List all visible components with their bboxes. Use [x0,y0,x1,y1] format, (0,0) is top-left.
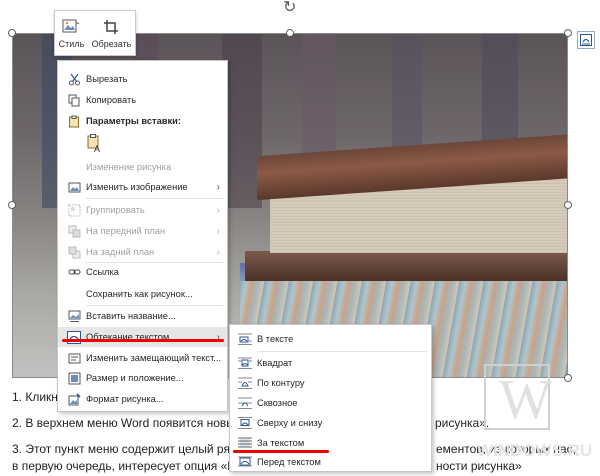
doc-paragraph: 1. Кликн [12,390,58,404]
link-icon [67,265,81,279]
menu-item-send-backward: На задний план › [58,242,227,262]
menu-item-label: Копировать [86,95,137,105]
wrap-option-label: Перед текстом [257,457,321,467]
menu-item-label: Вставить название... [86,311,176,321]
menu-item-link[interactable]: Ссылка [58,262,227,282]
menu-item-alt-text[interactable]: Изменить замещающий текст... [58,348,227,368]
wrap-option-label: Сквозное [257,398,298,408]
wrap-option-square[interactable]: Квадрат [230,353,431,373]
annotation-underline [233,450,329,453]
copy-icon [67,93,81,107]
format-picture-icon [67,392,81,406]
menu-item-insert-caption[interactable]: Вставить название... [58,306,227,326]
style-button[interactable]: Стиль [58,18,85,49]
menu-item-label: Размер и положение... [86,373,184,383]
caption-icon [67,309,81,323]
menu-item-label: Группировать [86,205,145,215]
resize-handle[interactable] [286,29,294,37]
scissors-icon [67,72,81,86]
wrap-top-bottom-icon [237,416,253,430]
menu-item-paste-options: Параметры вставки: [58,111,227,131]
watermark-letter: W [499,369,552,431]
watermark-logo: W WINDOWS.RU [475,360,595,460]
resize-handle[interactable] [564,201,572,209]
menu-item-wrap-text[interactable]: Обтекание текстом › [58,327,227,347]
wrap-through-icon [237,396,253,410]
menu-item-label: На передний план [86,226,166,236]
picture-style-icon [62,18,80,36]
menu-item-label: На задний план [86,247,155,257]
resize-handle[interactable] [8,201,16,209]
menu-item-size-position[interactable]: Размер и положение... [58,368,227,388]
menu-item-bring-forward: На передний план › [58,221,227,241]
wrap-option-tight[interactable]: По контуру [230,373,431,393]
doc-paragraph: в первую очередь, интересует опция «П [12,459,236,473]
wrap-square-icon [237,356,253,370]
doc-paragraph: ности рисунка» [436,459,522,473]
rotate-handle-icon[interactable]: ↻ [283,0,296,16]
menu-item-save-as-picture[interactable]: Сохранить как рисунок... [58,284,227,304]
menu-item-label: Изменение рисунка [86,162,172,172]
menu-item-label: Изменить изображение [86,182,188,192]
menu-item-group: Группировать › [58,200,227,220]
watermark-site: WINDOWS.RU [477,441,592,460]
crop-label: Обрезать [91,38,132,49]
wrap-front-icon [237,455,253,469]
crop-button[interactable]: Обрезать [91,18,132,49]
menu-separator [86,198,223,199]
submenu-arrow-icon: › [216,225,220,237]
layout-options-icon [580,34,592,46]
svg-text:A: A [94,144,100,153]
wrap-option-inline[interactable]: В тексте [230,329,431,349]
resize-handle[interactable] [8,29,16,37]
send-backward-icon [67,245,81,259]
context-menu: Вырезать Копировать Параметры вставки: A… [57,60,228,412]
bring-forward-icon [67,224,81,238]
paste-keep-text-icon: A [87,134,100,154]
wrap-option-label: За текстом [257,438,305,448]
group-icon [67,203,81,217]
menu-item-format-picture[interactable]: Формат рисунка... [58,389,227,409]
doc-paragraph: 2. В верхнем меню Word появится новы [12,416,235,430]
wrap-option-in-front-of-text[interactable]: Перед текстом [230,452,431,472]
wrap-option-label: В тексте [257,334,294,344]
alt-text-icon [67,351,81,365]
wrap-behind-icon [237,436,253,450]
wrap-inline-icon [237,332,253,346]
crop-icon [102,18,120,36]
menu-item-label: Параметры вставки: [86,116,181,126]
style-label: Стиль [58,38,85,49]
menu-item-label: Сохранить как рисунок... [86,289,193,299]
paste-option-button[interactable]: A [86,133,104,154]
wrap-option-label: Квадрат [257,358,293,368]
menu-item-label: Вырезать [86,74,128,84]
menu-item-edit-picture: Изменение рисунка [58,157,227,177]
submenu-arrow-icon: › [216,181,220,193]
menu-item-copy[interactable]: Копировать [58,90,227,110]
wrap-option-label: Сверху и снизу [257,418,323,428]
paste-icon [67,114,81,128]
mini-toolbar: Стиль Обрезать [54,10,136,56]
wrap-tight-icon [237,376,253,390]
menu-item-label: Ссылка [86,267,119,277]
menu-item-label: Формат рисунка... [86,394,164,404]
wrap-option-label: По контуру [257,378,305,388]
doc-paragraph: 3. Этот пункт меню содержит целый ряд [12,442,237,456]
submenu-arrow-icon: › [216,246,220,258]
menu-item-change-picture[interactable]: Изменить изображение › [58,177,227,197]
wrap-option-top-bottom[interactable]: Сверху и снизу [230,413,431,433]
annotation-underline [62,339,224,342]
menu-separator [257,351,427,352]
wrap-option-through[interactable]: Сквозное [230,393,431,413]
menu-item-cut[interactable]: Вырезать [58,69,227,89]
resize-handle[interactable] [564,29,572,37]
menu-item-label: Изменить замещающий текст... [86,353,222,363]
layout-options-button[interactable] [577,31,595,49]
submenu-arrow-icon: › [216,204,220,216]
change-picture-icon [67,180,81,194]
size-position-icon [67,371,81,385]
